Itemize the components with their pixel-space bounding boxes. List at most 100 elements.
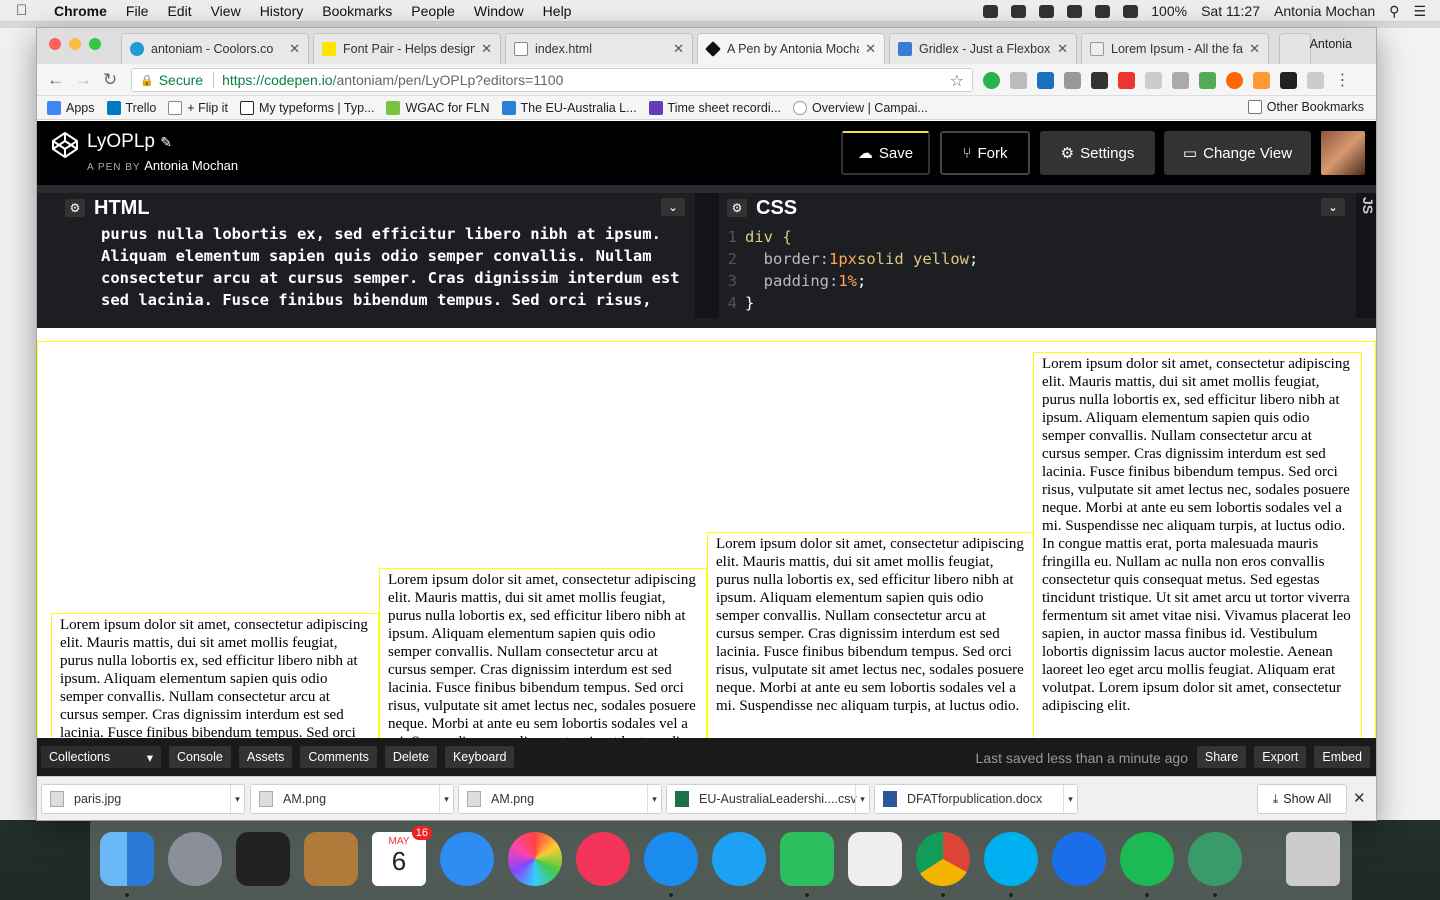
minimize-window-button[interactable] <box>69 38 81 50</box>
show-all-downloads-button[interactable]: ⤓ Show All <box>1257 784 1347 814</box>
launchpad-icon[interactable] <box>168 832 222 886</box>
download-item[interactable]: paris.jpg ▾ <box>41 784 245 814</box>
caret-down-icon[interactable]: ▾ <box>855 785 869 813</box>
css-settings-gear-icon[interactable]: ⚙ <box>727 199 747 217</box>
extension-cast-icon[interactable] <box>1307 72 1324 89</box>
extension-gear-icon[interactable] <box>1253 72 1270 89</box>
download-item[interactable]: AM.png ▾ <box>458 784 662 814</box>
tab-font-pair[interactable]: Font Pair - Helps design ✕ <box>313 33 501 64</box>
css-editor[interactable]: ⚙ CSS ⌄ 1 div { 2 border: 1px solid yello… <box>719 193 1355 318</box>
menu-file[interactable]: File <box>126 3 149 19</box>
bookmark-trello[interactable]: Trello <box>106 100 156 115</box>
pencil-icon[interactable]: ✎ <box>160 134 172 150</box>
change-view-button[interactable]: ▭ Change View <box>1164 131 1311 175</box>
caret-down-icon[interactable]: ▾ <box>1063 785 1077 813</box>
trash-icon[interactable] <box>1286 832 1340 886</box>
codepen-logo-icon[interactable] <box>51 131 79 159</box>
close-downloads-icon[interactable]: ✕ <box>1353 789 1366 807</box>
notification-center-icon[interactable]: ☰ <box>1413 3 1426 20</box>
settings-button[interactable]: ⚙ Settings <box>1040 131 1155 175</box>
bookmark-star-icon[interactable]: ☆ <box>950 71 964 91</box>
other-bookmarks[interactable]: Other Bookmarks <box>1247 100 1364 114</box>
atom-icon[interactable] <box>1188 832 1242 886</box>
slack-icon[interactable] <box>848 832 902 886</box>
collections-dropdown[interactable]: Collections ▾ <box>41 746 161 768</box>
html-settings-gear-icon[interactable]: ⚙ <box>65 199 85 217</box>
download-item[interactable]: AM.png ▾ <box>250 784 454 814</box>
menu-bookmarks[interactable]: Bookmarks <box>322 3 392 19</box>
assets-button[interactable]: Assets <box>238 746 293 768</box>
extension-r-icon[interactable] <box>1145 72 1162 89</box>
dropbox-status-icon[interactable] <box>1011 4 1027 18</box>
reload-icon[interactable]: ↻ <box>103 70 117 90</box>
menu-edit[interactable]: Edit <box>167 3 191 19</box>
css-code[interactable]: 1 div { 2 border: 1px solid yellow; 3 pad… <box>719 223 1355 314</box>
extension-eyedropper-icon[interactable] <box>1199 72 1216 89</box>
extension-cloud-icon[interactable] <box>1010 72 1027 89</box>
delete-button[interactable]: Delete <box>384 746 437 768</box>
zoom-window-button[interactable] <box>89 38 101 50</box>
extension-trello-icon[interactable] <box>1037 72 1054 89</box>
finder-icon[interactable] <box>100 832 154 886</box>
tab-coolors[interactable]: antoniam - Coolors.co ✕ <box>121 33 309 64</box>
save-button[interactable]: ☁ Save <box>841 131 930 175</box>
tab-lorem-ipsum[interactable]: Lorem Ipsum - All the fac ✕ <box>1081 33 1269 64</box>
tab-codepen-active[interactable]: A Pen by Antonia Mochan ✕ <box>697 33 885 64</box>
bookmark-flip-it[interactable]: + Flip it <box>168 100 228 115</box>
embed-button[interactable]: Embed <box>1314 746 1370 768</box>
profile-button[interactable]: Antonia <box>1310 37 1352 51</box>
airmail-icon[interactable] <box>1052 832 1106 886</box>
bookmark-apps[interactable]: Apps <box>47 100 95 115</box>
comments-button[interactable]: Comments <box>300 746 377 768</box>
extension-calendar-icon[interactable] <box>1118 72 1135 89</box>
apple-icon[interactable]:  <box>16 2 34 19</box>
messages-icon[interactable] <box>440 832 494 886</box>
forward-arrow-icon[interactable]: → <box>75 70 92 90</box>
bookmark-typeforms[interactable]: My typeforms | Typ... <box>239 100 374 115</box>
extension-stack-icon[interactable] <box>1280 72 1297 89</box>
menu-app-name[interactable]: Chrome <box>54 3 107 19</box>
bluetooth-icon[interactable] <box>1067 4 1083 18</box>
menu-view[interactable]: View <box>211 3 241 19</box>
caret-down-icon[interactable]: ▾ <box>230 785 244 813</box>
mission-control-icon[interactable] <box>236 832 290 886</box>
menu-help[interactable]: Help <box>543 3 572 19</box>
pen-title[interactable]: LyOPLp ✎ <box>87 131 172 153</box>
keyboard-button[interactable]: Keyboard <box>444 746 515 768</box>
close-tab-icon[interactable]: ✕ <box>1057 41 1068 57</box>
tab-index-html[interactable]: index.html ✕ <box>505 33 693 64</box>
extension-k-icon[interactable] <box>1172 72 1189 89</box>
user-avatar[interactable] <box>1321 131 1365 175</box>
bookmark-overview[interactable]: Overview | Campai... <box>793 100 928 115</box>
caret-down-icon[interactable]: ▾ <box>647 785 661 813</box>
calendar-icon[interactable]: MAY 6 16 <box>372 826 432 886</box>
bookmark-timesheet[interactable]: Time sheet recordi... <box>648 100 781 115</box>
volume-icon[interactable] <box>1123 4 1139 18</box>
extension-h-icon[interactable] <box>1064 72 1081 89</box>
js-editor-collapsed-tab[interactable]: JS <box>1356 193 1376 318</box>
close-tab-icon[interactable]: ✕ <box>673 41 684 57</box>
chevron-down-icon[interactable]: ⌄ <box>1321 198 1345 216</box>
extension-rss-icon[interactable] <box>1226 72 1243 89</box>
share-button[interactable]: Share <box>1196 746 1247 768</box>
fork-button[interactable]: ⑂ Fork <box>940 131 1030 175</box>
close-tab-icon[interactable]: ✕ <box>865 41 876 57</box>
download-item[interactable]: EU-AustraliaLeadershi....csv ▾ <box>666 784 870 814</box>
chrome-menu-icon[interactable]: ⋮ <box>1334 72 1351 89</box>
battery-percent[interactable]: 100% <box>1151 3 1187 19</box>
itunes-icon[interactable] <box>576 832 630 886</box>
console-button[interactable]: Console <box>169 746 231 768</box>
pen-author[interactable]: Antonia Mochan <box>144 158 238 173</box>
html-editor[interactable]: ⚙ HTML ⌄ purus nulla lobortis ex, sed ef… <box>57 193 695 318</box>
app-store-icon[interactable] <box>644 832 698 886</box>
spotlight-icon[interactable]: ⚲ <box>1389 3 1399 20</box>
close-tab-icon[interactable]: ✕ <box>1249 41 1260 57</box>
bookmark-eu-australia[interactable]: The EU-Australia L... <box>501 100 637 115</box>
html-code[interactable]: purus nulla lobortis ex, sed efficitur l… <box>57 223 695 311</box>
new-tab-button[interactable] <box>1279 33 1311 64</box>
twitter-icon[interactable] <box>712 832 766 886</box>
evernote-icon[interactable] <box>780 832 834 886</box>
menu-window[interactable]: Window <box>474 3 524 19</box>
close-tab-icon[interactable]: ✕ <box>481 41 492 57</box>
photos-icon[interactable] <box>508 832 562 886</box>
